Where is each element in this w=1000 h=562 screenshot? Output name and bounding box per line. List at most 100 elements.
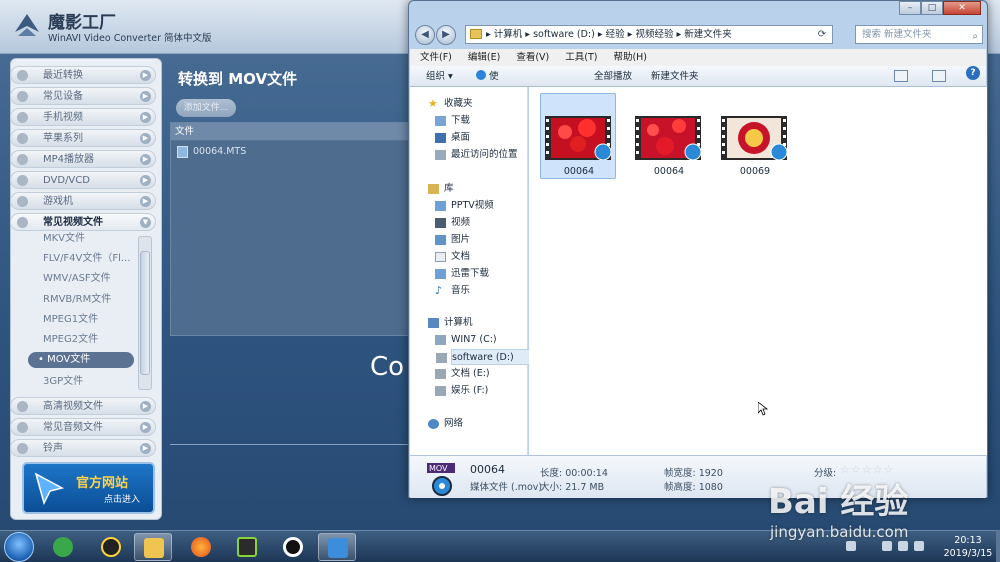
tray-keyboard-icon[interactable] bbox=[846, 541, 856, 551]
format-mpeg1[interactable]: MPEG1文件 bbox=[28, 312, 138, 328]
menu-view[interactable]: 查看(V) bbox=[506, 49, 555, 66]
tray-device-icon[interactable] bbox=[882, 541, 892, 551]
address-bar[interactable]: ▸ 计算机 ▸ software (D:) ▸ 经验 ▸ 视频经验 ▸ 新建文件… bbox=[465, 25, 833, 44]
menu-file[interactable]: 文件(F) bbox=[410, 49, 458, 66]
category-devices[interactable]: 常见设备 ▶ bbox=[10, 87, 156, 105]
help-icon[interactable]: ? bbox=[966, 66, 980, 80]
document-library-icon bbox=[435, 252, 446, 262]
file-item[interactable]: 00064 bbox=[630, 93, 706, 179]
organize-button[interactable]: 组织 ▾ bbox=[426, 66, 453, 87]
nav-favorites[interactable]: ★ 收藏夹 bbox=[428, 96, 473, 112]
category-hd-video[interactable]: 高清视频文件 ▶ bbox=[10, 397, 156, 415]
show-desktop-button[interactable] bbox=[996, 530, 1000, 562]
back-button[interactable]: ◀ bbox=[415, 25, 435, 45]
taskbar-app-browser[interactable] bbox=[44, 533, 82, 561]
menu-edit[interactable]: 编辑(E) bbox=[458, 49, 506, 66]
menu-tools[interactable]: 工具(T) bbox=[555, 49, 603, 66]
file-name: 00069 bbox=[739, 166, 771, 177]
video-file-icon bbox=[17, 217, 28, 228]
refresh-icon[interactable]: ⟳ bbox=[814, 27, 830, 42]
convert-button-text[interactable]: Co bbox=[370, 352, 404, 382]
file-name: 00064 bbox=[563, 166, 595, 177]
tray-network-icon[interactable] bbox=[898, 541, 908, 551]
search-input[interactable]: 搜索 新建文件夹 ⌕ bbox=[855, 25, 983, 44]
format-flv[interactable]: FLV/F4V文件（Fl... bbox=[28, 251, 138, 267]
taskbar-app-firefox[interactable] bbox=[182, 533, 220, 561]
chevron-down-icon: ▼ bbox=[140, 217, 151, 228]
taskbar-app-explorer[interactable] bbox=[134, 533, 172, 561]
drive-icon bbox=[435, 386, 446, 396]
view-options-icon[interactable] bbox=[894, 70, 908, 82]
nav-label: 网络 bbox=[444, 418, 464, 429]
nav-videos[interactable]: 视频 bbox=[435, 215, 471, 231]
nav-libraries[interactable]: 库 bbox=[428, 181, 454, 197]
navigation-pane: ★ 收藏夹 下载 桌面 最近访问的位置 库 PPTV视频 视频 图片 文档 迅雷下… bbox=[410, 87, 545, 455]
phone-icon bbox=[17, 112, 28, 123]
play-with-button[interactable]: 使用QQ影音播放 ▾ bbox=[476, 66, 504, 229]
nav-drive-e[interactable]: 文档 (E:) bbox=[435, 366, 490, 382]
taskbar-app-converter[interactable] bbox=[318, 533, 356, 561]
category-game[interactable]: 游戏机 ▶ bbox=[10, 192, 156, 210]
file-list: 文件 00064.MTS bbox=[170, 122, 410, 336]
category-label: DVD/VCD bbox=[43, 175, 90, 186]
qq-player-icon bbox=[476, 70, 486, 80]
forward-button[interactable]: ▶ bbox=[436, 25, 456, 45]
nav-network[interactable]: 网络 bbox=[428, 416, 464, 432]
minimize-button[interactable]: – bbox=[899, 1, 921, 15]
format-wmv[interactable]: WMV/ASF文件 bbox=[28, 271, 138, 287]
format-rmvb[interactable]: RMVB/RM文件 bbox=[28, 292, 138, 308]
file-column-header[interactable]: 文件 bbox=[171, 123, 409, 141]
nav-label: 下载 bbox=[451, 115, 471, 126]
add-file-button[interactable]: 添加文件... bbox=[176, 99, 236, 117]
clock[interactable]: 20:13 2019/3/15 bbox=[936, 534, 1000, 560]
category-dvd[interactable]: DVD/VCD ▶ bbox=[10, 171, 156, 189]
play-all-button[interactable]: 全部播放 bbox=[594, 66, 632, 87]
download-folder-icon bbox=[435, 116, 446, 126]
official-site-banner[interactable]: 官方网站 点击进入 bbox=[22, 462, 155, 514]
file-item[interactable]: 00064 bbox=[540, 93, 616, 179]
category-common-video[interactable]: 常见视频文件 ▼ bbox=[10, 213, 156, 231]
nav-thunder[interactable]: 迅雷下载 bbox=[435, 266, 489, 282]
file-row[interactable]: 00064.MTS bbox=[171, 143, 409, 161]
nav-desktop[interactable]: 桌面 bbox=[435, 130, 470, 146]
nav-computer[interactable]: 计算机 bbox=[428, 315, 473, 331]
category-label: 游戏机 bbox=[43, 196, 73, 207]
nav-drive-c[interactable]: WIN7 (C:) bbox=[435, 332, 497, 348]
nav-pptv[interactable]: PPTV视频 bbox=[435, 198, 494, 214]
format-3gp[interactable]: 3GP文件 bbox=[28, 374, 138, 390]
nav-recent[interactable]: 最近访问的位置 bbox=[435, 147, 518, 163]
nav-pictures[interactable]: 图片 bbox=[435, 232, 470, 248]
category-label: MP4播放器 bbox=[43, 154, 95, 165]
taskbar-app-qq[interactable] bbox=[92, 533, 130, 561]
chevron-right-icon: ▶ bbox=[140, 401, 151, 412]
category-audio[interactable]: 常见音频文件 ▶ bbox=[10, 418, 156, 436]
category-phone[interactable]: 手机视频 ▶ bbox=[10, 108, 156, 126]
format-mpeg2[interactable]: MPEG2文件 bbox=[28, 332, 138, 348]
category-apple[interactable]: 苹果系列 ▶ bbox=[10, 129, 156, 147]
start-button[interactable] bbox=[4, 532, 34, 562]
format-list-scrollbar[interactable] bbox=[138, 236, 152, 390]
preview-pane-icon[interactable] bbox=[932, 70, 946, 82]
app-logo-icon bbox=[15, 14, 39, 36]
maximize-button[interactable]: □ bbox=[921, 1, 943, 15]
category-mp4[interactable]: MP4播放器 ▶ bbox=[10, 150, 156, 168]
format-mov[interactable]: • MOV文件 bbox=[28, 352, 134, 368]
taskbar-app-video[interactable] bbox=[228, 533, 266, 561]
taskbar-app-recorder[interactable] bbox=[274, 533, 312, 561]
nav-music[interactable]: ♪ 音乐 bbox=[435, 283, 470, 299]
drive-icon bbox=[435, 369, 446, 379]
nav-label: 视频 bbox=[451, 217, 471, 228]
file-item[interactable]: 00069 bbox=[716, 93, 792, 179]
nav-documents[interactable]: 文档 bbox=[435, 249, 470, 265]
new-folder-button[interactable]: 新建文件夹 bbox=[651, 66, 699, 87]
nav-downloads[interactable]: 下载 bbox=[435, 113, 471, 129]
device-icon bbox=[17, 91, 28, 102]
tray-volume-icon[interactable] bbox=[914, 541, 924, 551]
scrollbar-thumb[interactable] bbox=[140, 251, 150, 375]
category-ringtone[interactable]: 铃声 ▶ bbox=[10, 439, 156, 457]
nav-drive-f[interactable]: 娱乐 (F:) bbox=[435, 383, 488, 399]
category-recent[interactable]: 最近转换 ▶ bbox=[10, 66, 156, 84]
format-mkv[interactable]: MKV文件 bbox=[28, 231, 138, 247]
menu-help[interactable]: 帮助(H) bbox=[603, 49, 653, 66]
close-button[interactable]: ✕ bbox=[943, 1, 981, 15]
